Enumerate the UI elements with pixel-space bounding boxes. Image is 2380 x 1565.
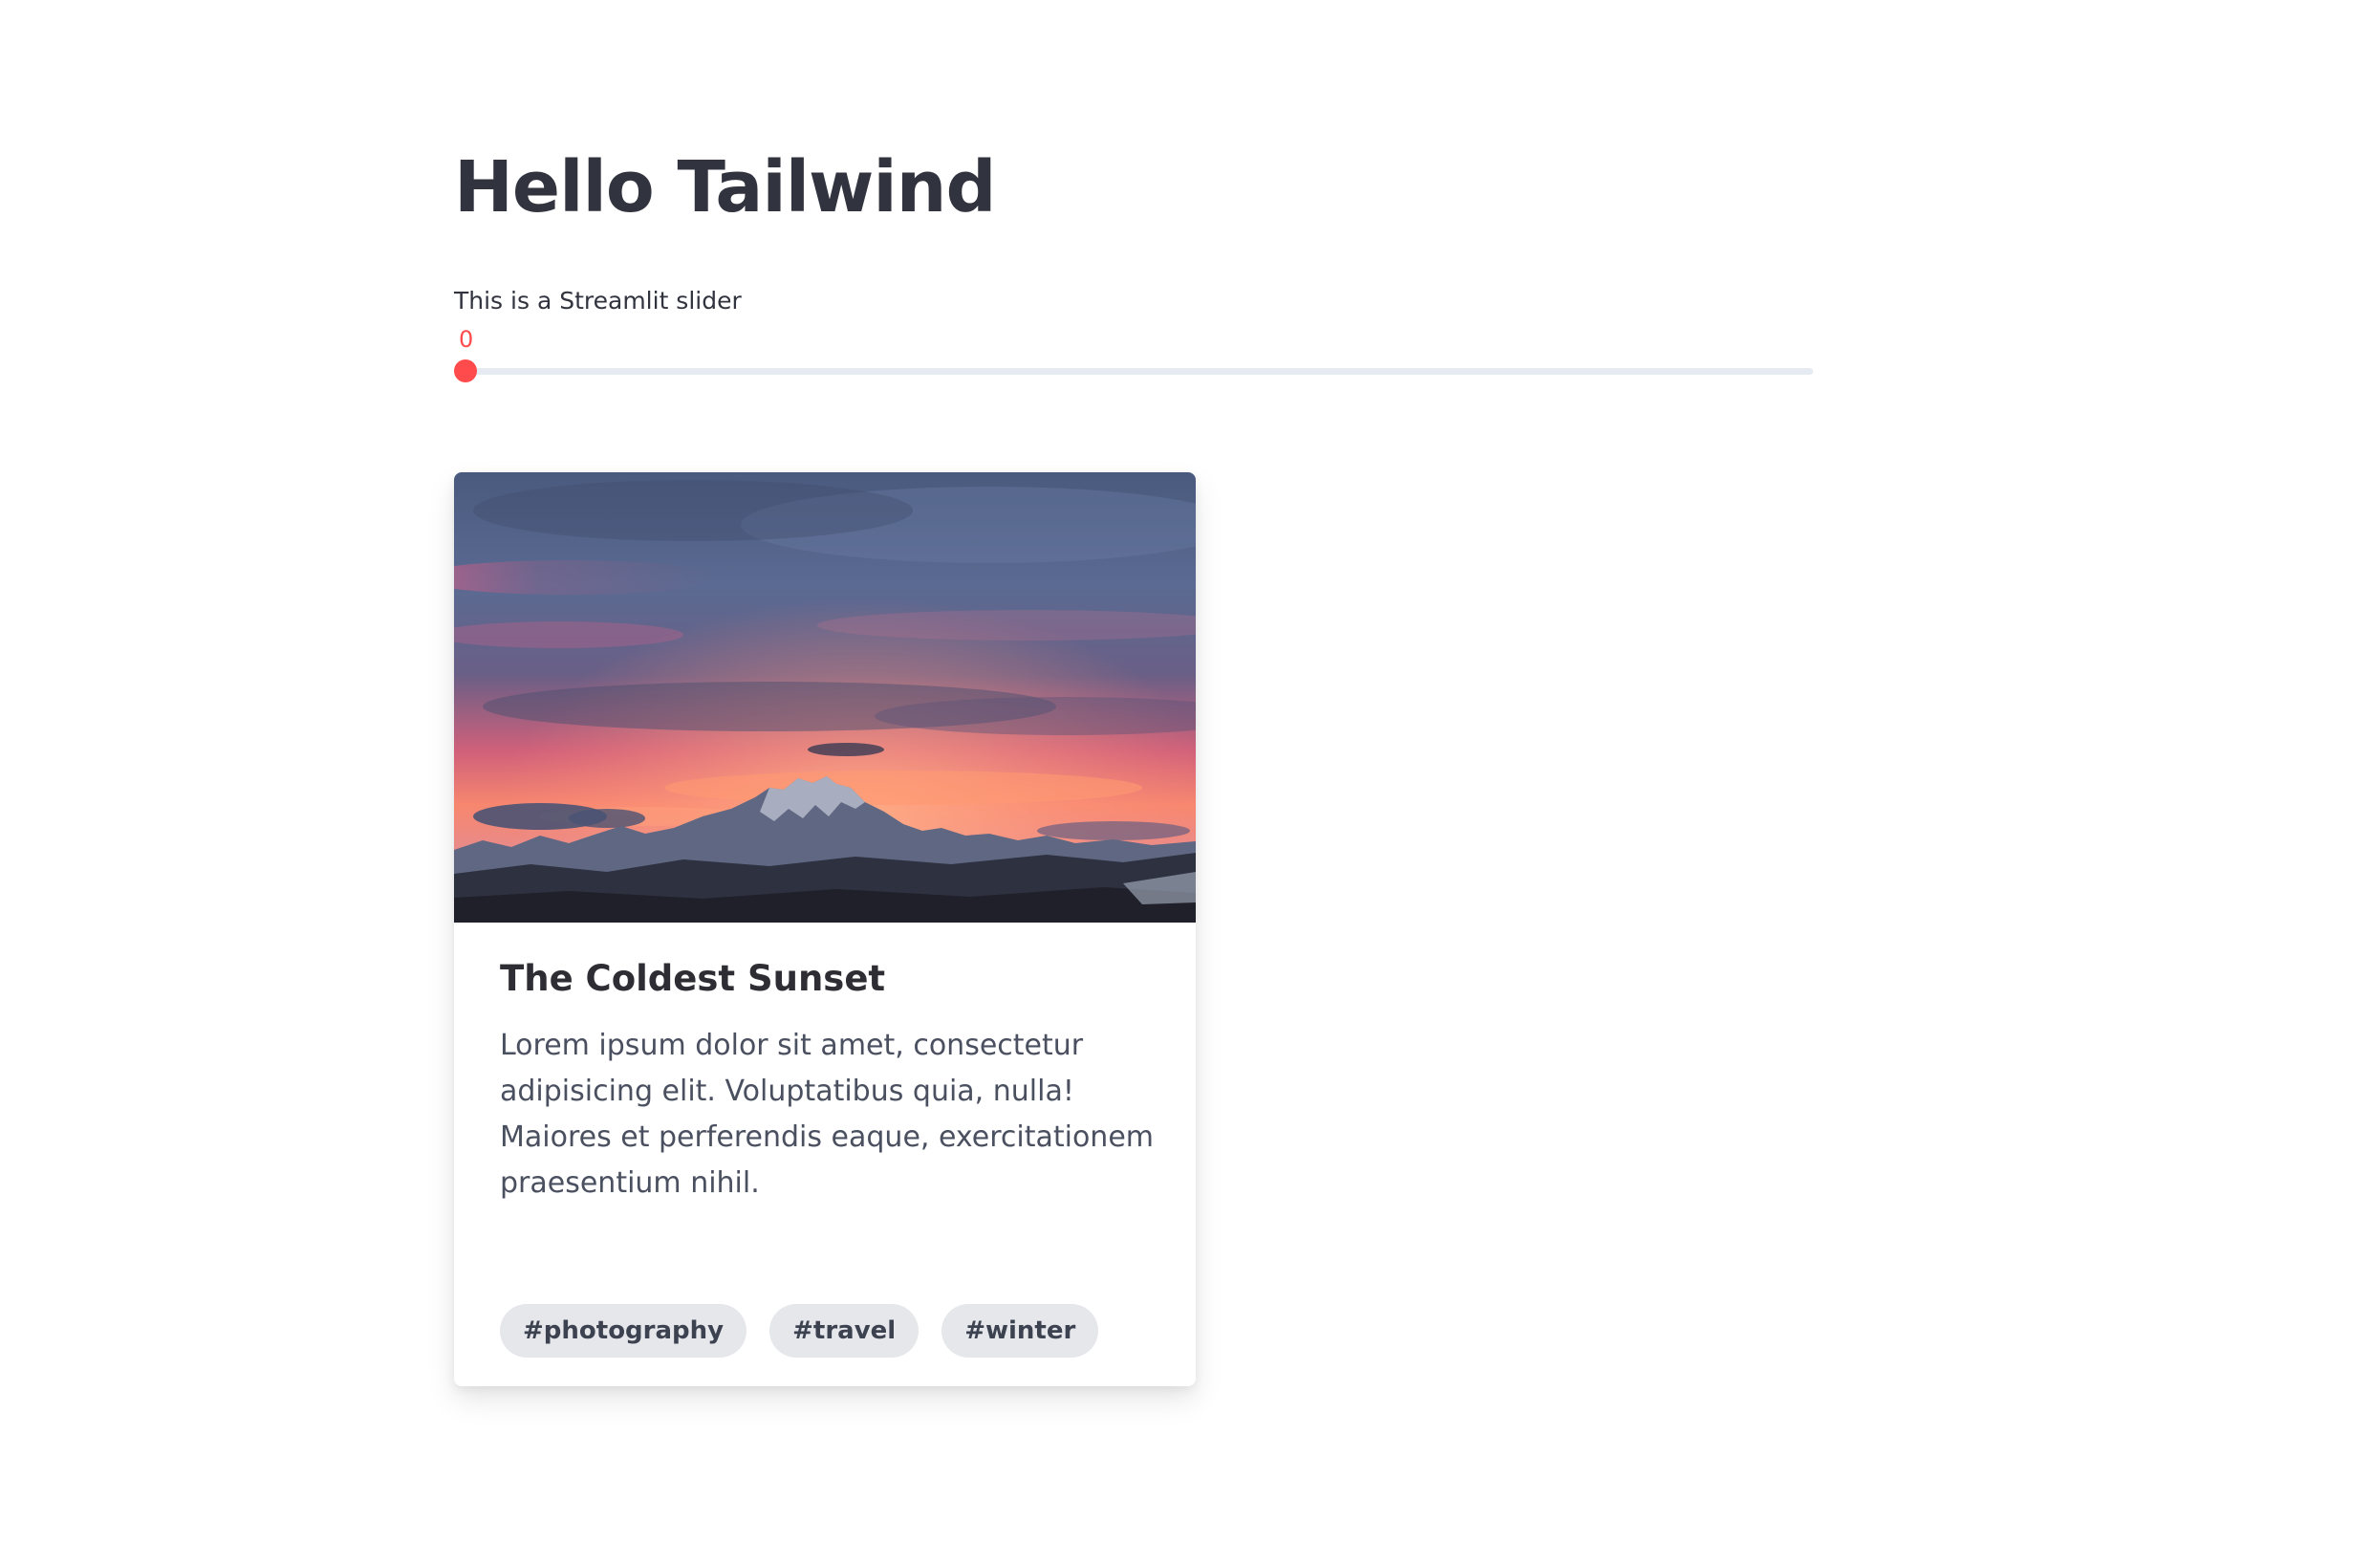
slider-thumb[interactable] <box>454 359 477 382</box>
slider-value: 0 <box>459 326 474 353</box>
card-title: The Coldest Sunset <box>500 958 886 999</box>
card-image <box>454 472 1196 923</box>
slider-label: This is a Streamlit slider <box>454 287 742 315</box>
page-title: Hello Tailwind <box>454 146 996 228</box>
tag-travel: #travel <box>769 1304 920 1358</box>
tag-winter: #winter <box>941 1304 1099 1358</box>
slider-track[interactable] <box>454 359 1813 382</box>
card: The Coldest Sunset Lorem ipsum dolor sit… <box>454 472 1196 1386</box>
tag-list: #photography #travel #winter <box>500 1304 1099 1358</box>
tag-photography: #photography <box>500 1304 747 1358</box>
card-text: Lorem ipsum dolor sit amet, consectetur … <box>500 1029 1154 1200</box>
